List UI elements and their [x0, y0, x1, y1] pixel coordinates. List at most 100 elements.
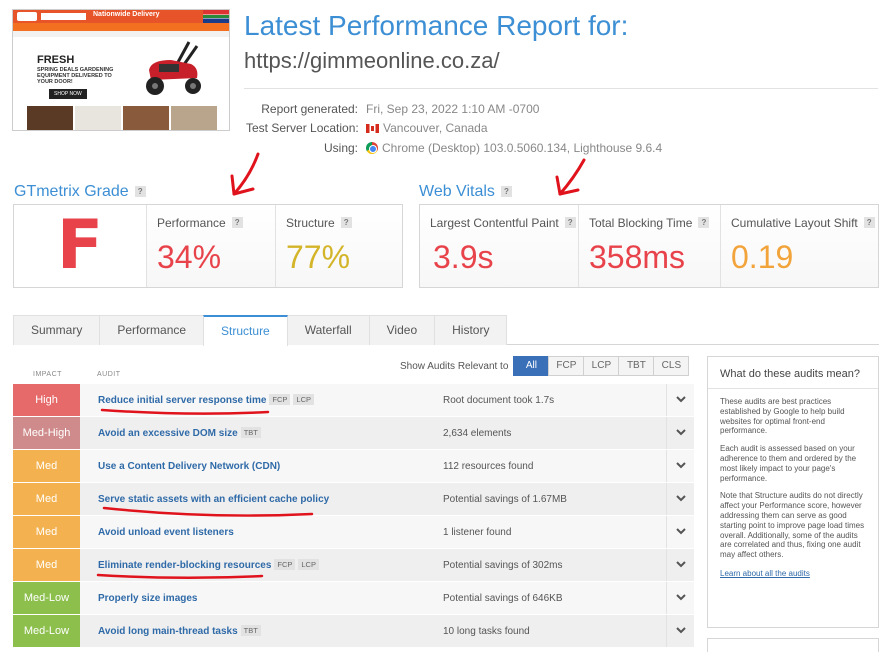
grade-letter-cell: F: [14, 205, 146, 287]
audit-title[interactable]: Avoid an excessive DOM size TBT: [98, 427, 443, 439]
help-icon[interactable]: ?: [134, 186, 146, 197]
tbt-label: Total Blocking Time?: [589, 216, 710, 230]
report-generated-row: Report generated: Fri, Sep 23, 2022 1:10 …: [246, 102, 539, 116]
page-screenshot-thumbnail[interactable]: Nationwide Delivery FRESH SPRING DEALS G…: [12, 9, 230, 131]
audit-result: 2,634 elements: [443, 427, 512, 439]
audit-result: Potential savings of 302ms: [443, 559, 563, 571]
gtmetrix-grade-heading: GTmetrix Grade?: [14, 183, 146, 201]
annotation-arrowhead: [230, 174, 255, 196]
expand-button[interactable]: [666, 384, 694, 416]
lcp-label-text: Largest Contentful Paint: [430, 216, 559, 230]
south-africa-flag-icon: [203, 10, 229, 23]
audit-result: 112 resources found: [443, 460, 534, 472]
chevron-down-icon: [676, 594, 686, 601]
audit-row[interactable]: Med-High Avoid an excessive DOM size TBT …: [13, 417, 694, 450]
chevron-down-icon: [676, 462, 686, 469]
thumb-headline: FRESH: [37, 54, 75, 66]
filter-all-button[interactable]: All: [513, 356, 550, 376]
help-icon[interactable]: ?: [340, 217, 352, 228]
tbt-cell: Total Blocking Time? 358ms: [578, 205, 720, 287]
expand-button[interactable]: [666, 417, 694, 449]
audit-result: Potential savings of 646KB: [443, 592, 563, 604]
test-server-location-row: Test Server Location: Vancouver, Canada: [246, 121, 488, 135]
help-icon[interactable]: ?: [500, 186, 512, 197]
thumb-cta: SHOP NOW: [49, 89, 87, 99]
audit-title[interactable]: Eliminate render-blocking resources FCP LC…: [98, 559, 443, 571]
audit-tag: TBT: [240, 427, 261, 438]
audit-title-text: Properly size images: [98, 592, 198, 604]
tab-performance[interactable]: Performance: [99, 315, 205, 345]
expand-button[interactable]: [666, 516, 694, 548]
tab-structure[interactable]: Structure: [203, 315, 288, 346]
tbt-label-text: Total Blocking Time: [589, 216, 693, 230]
audit-title[interactable]: Avoid long main-thread tasks TBT: [98, 625, 443, 637]
performance-label: Performance?: [157, 216, 243, 230]
chevron-down-icon: [676, 495, 686, 502]
audit-title[interactable]: Use a Content Delivery Network (CDN): [98, 461, 443, 472]
expand-button[interactable]: [666, 450, 694, 482]
filter-lcp-button[interactable]: LCP: [583, 356, 620, 376]
chevron-down-icon: [676, 627, 686, 634]
audit-row[interactable]: Med Avoid unload event listeners 1 liste…: [13, 516, 694, 549]
audit-row[interactable]: Med Serve static assets with an efficien…: [13, 483, 694, 516]
help-icon[interactable]: ?: [863, 217, 875, 228]
tab-video[interactable]: Video: [368, 315, 436, 345]
audit-row[interactable]: High Reduce initial server response time…: [13, 384, 694, 417]
gtmetrix-grade-title: GTmetrix Grade: [14, 183, 129, 200]
audit-row[interactable]: Med-Low Properly size images Potential s…: [13, 582, 694, 615]
audit-title-text: Reduce initial server response time: [98, 395, 267, 406]
lcp-cell: Largest Contentful Paint? 3.9s: [420, 205, 578, 287]
learn-audits-link[interactable]: Learn about all the audits: [708, 569, 878, 578]
audit-row[interactable]: Med-Low Avoid long main-thread tasks TBT …: [13, 615, 694, 648]
chevron-down-icon: [676, 396, 686, 403]
secondary-info-box: [707, 638, 879, 652]
audit-result: Potential savings of 1.67MB: [443, 493, 567, 505]
structure-label: Structure?: [286, 216, 352, 230]
audit-info-box: What do these audits mean? These audits …: [707, 356, 879, 628]
expand-button[interactable]: [666, 582, 694, 614]
filter-cls-button[interactable]: CLS: [653, 356, 690, 376]
audit-title-text: Use a Content Delivery Network (CDN): [98, 460, 281, 472]
filter-label: Show Audits Relevant to: [400, 360, 509, 372]
thumb-banner-text: Nationwide Delivery: [93, 11, 160, 18]
thumb-nav-bar: [13, 23, 229, 31]
thumb-tile: [75, 106, 121, 130]
expand-button[interactable]: [666, 549, 694, 581]
help-icon[interactable]: ?: [564, 217, 576, 228]
meta-key: Report generated:: [261, 102, 358, 116]
thumb-tile: [27, 106, 73, 130]
audit-tag: FCP: [274, 559, 296, 570]
info-paragraph: These audits are best practices establis…: [720, 397, 845, 436]
tab-waterfall[interactable]: Waterfall: [286, 315, 370, 345]
meta-value: Chrome (Desktop) 103.0.5060.134, Lightho…: [382, 141, 663, 155]
audit-title[interactable]: Serve static assets with an efficient ca…: [98, 494, 443, 505]
audit-title[interactable]: Reduce initial server response time FCP LC…: [98, 394, 443, 406]
audit-title[interactable]: Properly size images: [98, 593, 443, 604]
expand-button[interactable]: [666, 483, 694, 515]
audit-tag: TBT: [240, 625, 261, 636]
gtmetrix-grade-panel: F Performance? 34% Structure? 77%: [13, 204, 403, 288]
filter-fcp-button[interactable]: FCP: [548, 356, 585, 376]
filter-tbt-button[interactable]: TBT: [618, 356, 655, 376]
expand-button[interactable]: [666, 615, 694, 647]
report-url[interactable]: https://gimmeonline.co.za/: [244, 48, 500, 74]
impact-badge: High: [13, 384, 80, 416]
impact-column-header: IMPACT: [33, 371, 62, 378]
lawnmower-image: [146, 41, 201, 95]
help-icon[interactable]: ?: [231, 217, 243, 228]
audit-row[interactable]: Med Use a Content Delivery Network (CDN)…: [13, 450, 694, 483]
audit-title[interactable]: Avoid unload event listeners: [98, 527, 443, 538]
performance-label-text: Performance: [157, 216, 226, 230]
thumb-logo: [17, 12, 37, 21]
tab-summary[interactable]: Summary: [13, 315, 101, 345]
audit-list: High Reduce initial server response time…: [13, 384, 694, 648]
chevron-down-icon: [676, 528, 686, 535]
meta-key: Test Server Location:: [246, 121, 359, 135]
web-vitals-panel: Largest Contentful Paint? 3.9s Total Blo…: [419, 204, 879, 288]
audit-row[interactable]: Med Eliminate render-blocking resources F…: [13, 549, 694, 582]
help-icon[interactable]: ?: [698, 217, 710, 228]
info-box-heading: What do these audits mean?: [708, 357, 878, 389]
tab-history[interactable]: History: [434, 315, 508, 345]
thumb-tile: [123, 106, 169, 130]
impact-badge: Med: [13, 549, 80, 581]
